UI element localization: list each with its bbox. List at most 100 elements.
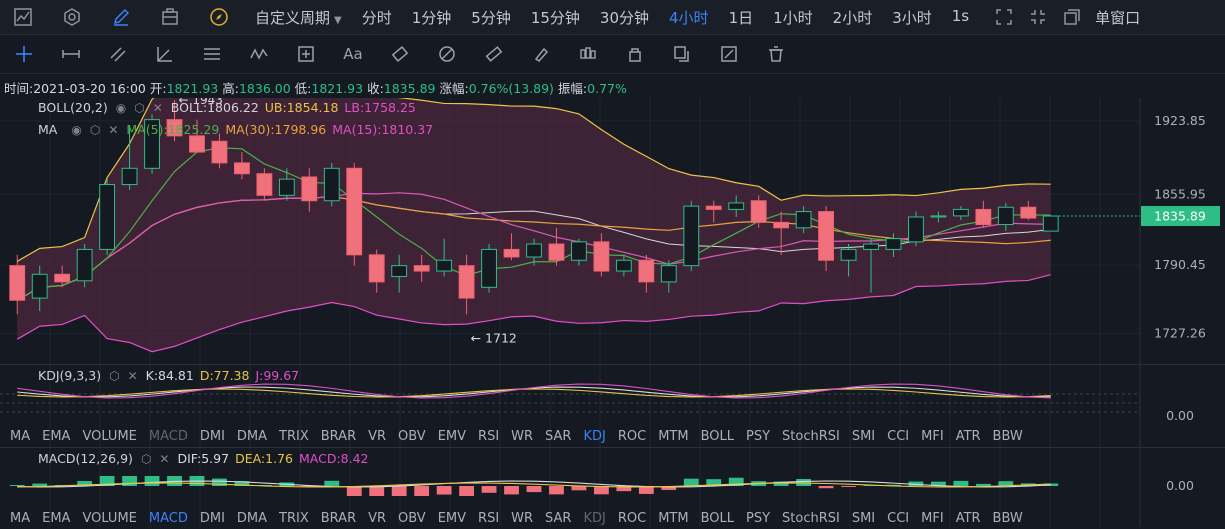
settings-icon[interactable]: ⬡ bbox=[141, 452, 151, 466]
indicator-tab-ema[interactable]: EMA bbox=[32, 429, 70, 444]
indicator-tab-volume[interactable]: VOLUME bbox=[72, 429, 136, 444]
period-2[interactable]: 5分钟 bbox=[461, 7, 521, 28]
shrink-icon[interactable] bbox=[1027, 6, 1049, 28]
indicator-tab-macd[interactable]: MACD bbox=[139, 429, 188, 444]
indicator-tab-brar[interactable]: BRAR bbox=[311, 511, 356, 526]
settings-icon[interactable]: ⬡ bbox=[90, 123, 100, 137]
indicator-tab-smi[interactable]: SMI bbox=[842, 429, 875, 444]
period-9[interactable]: 3小时 bbox=[882, 7, 942, 28]
indicator-tab-wr[interactable]: WR bbox=[501, 511, 533, 526]
period-3[interactable]: 15分钟 bbox=[521, 7, 590, 28]
brush-icon[interactable] bbox=[529, 42, 553, 66]
indicator-tab-volume[interactable]: VOLUME bbox=[72, 511, 136, 526]
window-mode-button[interactable]: 单窗口 bbox=[1091, 7, 1150, 28]
candles-icon[interactable] bbox=[576, 42, 600, 66]
period-8[interactable]: 2小时 bbox=[823, 7, 883, 28]
indicator-tab-vr[interactable]: VR bbox=[358, 429, 386, 444]
horizontal-ray-icon[interactable] bbox=[59, 42, 83, 66]
fullscreen-icon[interactable] bbox=[993, 6, 1015, 28]
indicator-tab-rsi[interactable]: RSI bbox=[468, 429, 499, 444]
indicator-tab-obv[interactable]: OBV bbox=[388, 429, 426, 444]
chart-line-icon[interactable] bbox=[12, 6, 34, 28]
parallel-channel-icon[interactable] bbox=[106, 42, 130, 66]
period-7[interactable]: 1小时 bbox=[763, 7, 823, 28]
magnet-icon[interactable] bbox=[435, 42, 459, 66]
pen-icon[interactable] bbox=[110, 6, 132, 28]
eraser-icon[interactable] bbox=[388, 42, 412, 66]
indicator-tab-vr[interactable]: VR bbox=[358, 511, 386, 526]
indicator-tab-brar[interactable]: BRAR bbox=[311, 429, 356, 444]
indicator-tab-stochrsi[interactable]: StochRSI bbox=[772, 511, 840, 526]
indicator-tab-dmi[interactable]: DMI bbox=[190, 429, 225, 444]
wave-icon[interactable] bbox=[247, 42, 271, 66]
indicator-tab-wr[interactable]: WR bbox=[501, 429, 533, 444]
indicator-tab-obv[interactable]: OBV bbox=[388, 511, 426, 526]
indicator-tab-dmi[interactable]: DMI bbox=[190, 511, 225, 526]
indicator-tab-atr[interactable]: ATR bbox=[946, 429, 981, 444]
indicator-tab-boll[interactable]: BOLL bbox=[691, 429, 734, 444]
layers-icon[interactable] bbox=[159, 6, 181, 28]
custom-period-dropdown[interactable]: 自定义周期 ▼ bbox=[245, 7, 352, 28]
indicator-tab-trix[interactable]: TRIX bbox=[269, 429, 309, 444]
period-0[interactable]: 分时 bbox=[352, 7, 402, 28]
trash-icon[interactable] bbox=[764, 42, 788, 66]
fib-lines-icon[interactable] bbox=[200, 42, 224, 66]
indicator-tab-mtm[interactable]: MTM bbox=[648, 429, 688, 444]
close-icon[interactable]: ✕ bbox=[128, 369, 138, 383]
period-4[interactable]: 30分钟 bbox=[590, 7, 659, 28]
measure-box-icon[interactable] bbox=[294, 42, 318, 66]
indicator-tab-emv[interactable]: EMV bbox=[428, 429, 466, 444]
period-5[interactable]: 4小时 bbox=[659, 7, 719, 28]
macd-bar-42 bbox=[953, 480, 969, 486]
indicator-tab-mfi[interactable]: MFI bbox=[911, 511, 944, 526]
indicator-tab-mtm[interactable]: MTM bbox=[648, 511, 688, 526]
indicator-tab-emv[interactable]: EMV bbox=[428, 511, 466, 526]
indicator-tab-sar[interactable]: SAR bbox=[535, 429, 571, 444]
lock-icon[interactable] bbox=[623, 42, 647, 66]
period-10[interactable]: 1s bbox=[942, 7, 979, 28]
indicator-tab-cci[interactable]: CCI bbox=[877, 511, 909, 526]
j-value: J:99.67 bbox=[255, 368, 300, 383]
close-icon[interactable]: ✕ bbox=[159, 452, 169, 466]
period-1[interactable]: 1分钟 bbox=[402, 7, 462, 28]
indicator-tab-trix[interactable]: TRIX bbox=[269, 511, 309, 526]
text-tool-icon[interactable]: Aa bbox=[341, 42, 365, 66]
indicator-tab-roc[interactable]: ROC bbox=[608, 429, 646, 444]
indicator-tab-ma[interactable]: MA bbox=[0, 429, 30, 444]
indicator-tab-stochrsi[interactable]: StochRSI bbox=[772, 429, 840, 444]
indicator-tab-rsi[interactable]: RSI bbox=[468, 511, 499, 526]
ruler-icon[interactable] bbox=[482, 42, 506, 66]
period-6[interactable]: 1日 bbox=[719, 7, 764, 28]
indicator-tab-roc[interactable]: ROC bbox=[608, 511, 646, 526]
indicator-tab-atr[interactable]: ATR bbox=[946, 511, 981, 526]
compass-icon[interactable] bbox=[208, 6, 230, 28]
edit-icon[interactable] bbox=[717, 42, 741, 66]
copy-icon[interactable] bbox=[670, 42, 694, 66]
close-icon[interactable]: ✕ bbox=[108, 123, 118, 137]
indicator-tab-psy[interactable]: PSY bbox=[736, 429, 770, 444]
window-icon[interactable] bbox=[1061, 6, 1083, 28]
indicator-tab-ma[interactable]: MA bbox=[0, 511, 30, 526]
angle-icon[interactable] bbox=[153, 42, 177, 66]
indicator-tab-psy[interactable]: PSY bbox=[736, 511, 770, 526]
indicator-tab-boll[interactable]: BOLL bbox=[691, 511, 734, 526]
indicator-tab-smi[interactable]: SMI bbox=[842, 511, 875, 526]
indicator-tab-bbw[interactable]: BBW bbox=[983, 511, 1023, 526]
eye-icon[interactable]: ◉ bbox=[116, 101, 126, 115]
close-icon[interactable]: ✕ bbox=[153, 101, 163, 115]
settings-icon[interactable] bbox=[61, 6, 83, 28]
crosshair-icon[interactable] bbox=[12, 42, 36, 66]
indicator-tab-macd[interactable]: MACD bbox=[139, 511, 188, 526]
indicator-tab-ema[interactable]: EMA bbox=[32, 511, 70, 526]
indicator-tab-dma[interactable]: DMA bbox=[227, 511, 267, 526]
indicator-tab-kdj[interactable]: KDJ bbox=[573, 429, 605, 444]
indicator-tab-dma[interactable]: DMA bbox=[227, 429, 267, 444]
indicator-tab-mfi[interactable]: MFI bbox=[911, 429, 944, 444]
indicator-tab-sar[interactable]: SAR bbox=[535, 511, 571, 526]
indicator-tab-kdj[interactable]: KDJ bbox=[573, 511, 605, 526]
eye-icon[interactable]: ◉ bbox=[71, 123, 81, 137]
settings-icon[interactable]: ⬡ bbox=[109, 369, 119, 383]
settings-icon[interactable]: ⬡ bbox=[134, 101, 144, 115]
indicator-tab-bbw[interactable]: BBW bbox=[983, 429, 1023, 444]
indicator-tab-cci[interactable]: CCI bbox=[877, 429, 909, 444]
